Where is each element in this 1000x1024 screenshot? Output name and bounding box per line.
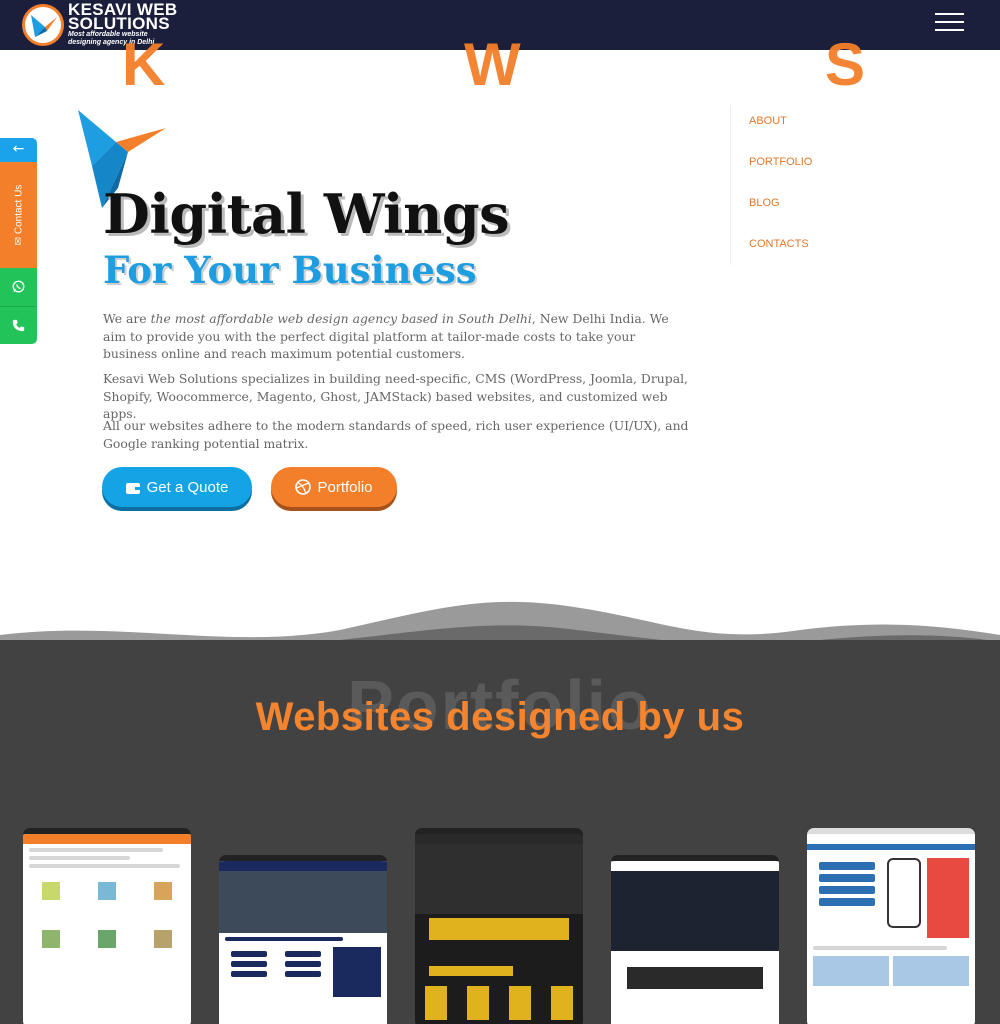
dribbble-icon: [295, 479, 312, 495]
portfolio-thumb-1[interactable]: [23, 828, 191, 1024]
side-nav: ABOUT PORTFOLIO BLOG CONTACTS: [730, 105, 850, 265]
nav-item-portfolio[interactable]: PORTFOLIO: [749, 156, 812, 168]
portfolio-title: Websites designed by us: [255, 695, 745, 739]
contact-us-tab[interactable]: ✉ Contact Us: [0, 162, 37, 268]
whatsapp-icon[interactable]: [0, 268, 37, 306]
big-letter-s: S: [825, 31, 866, 98]
portfolio-label: Portfolio: [317, 478, 373, 496]
wallet-icon: [125, 482, 141, 494]
hero-subtitle: For Your Business: [103, 248, 477, 292]
portfolio-thumb-3[interactable]: [415, 828, 583, 1024]
hero-paragraph-3: All our websites adhere to the modern st…: [103, 418, 689, 451]
page: KESAVI WEB SOLUTIONS Most affordable web…: [0, 0, 1000, 1024]
nav-item-about[interactable]: ABOUT: [749, 115, 787, 127]
hero-title: Digital Wings: [103, 182, 510, 246]
nav-item-blog[interactable]: BLOG: [749, 197, 780, 209]
hamburger-menu-icon[interactable]: [935, 13, 964, 31]
big-letter-k: K: [122, 31, 166, 98]
get-a-quote-label: Get a Quote: [146, 478, 229, 496]
portfolio-thumb-4[interactable]: [611, 855, 779, 1024]
portfolio-thumb-2[interactable]: [219, 855, 387, 1024]
nav-item-contacts[interactable]: CONTACTS: [749, 238, 809, 250]
logo-title-2: SOLUTIONS: [68, 14, 170, 33]
contact-us-label: ✉ Contact Us: [13, 184, 24, 246]
phone-icon[interactable]: [0, 306, 37, 344]
get-a-quote-button[interactable]: Get a Quote: [102, 467, 252, 507]
big-letter-w: W: [464, 31, 521, 98]
portfolio-button[interactable]: Portfolio: [271, 467, 397, 507]
logo-bird-icon: [22, 4, 64, 46]
collapse-arrow-icon[interactable]: ←: [0, 138, 37, 162]
hero-paragraph-1: We are the most affordable web design ag…: [103, 311, 669, 361]
hero-paragraph-2: Kesavi Web Solutions specializes in buil…: [103, 371, 688, 421]
portfolio-thumb-5[interactable]: [807, 828, 975, 1024]
floating-contact-tab: ← ✉ Contact Us: [0, 138, 37, 344]
hero-emphasis: the most affordable web design agency ba…: [150, 311, 532, 326]
